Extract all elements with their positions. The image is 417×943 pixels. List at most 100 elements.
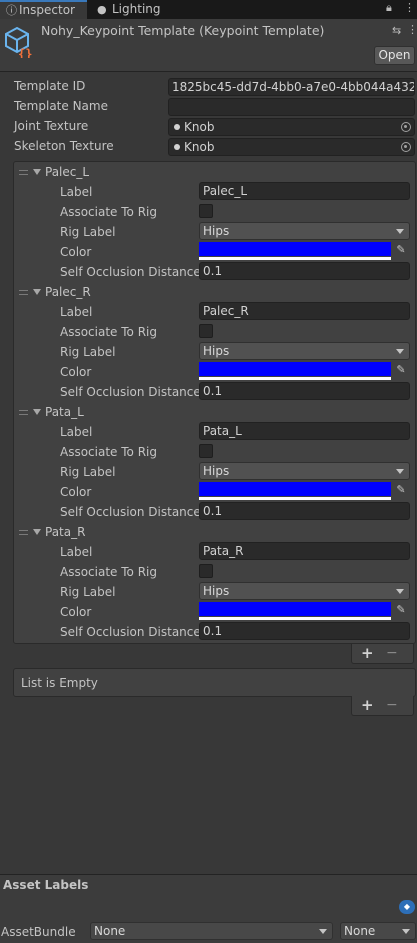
more-options-icon[interactable]: ⋮ (404, 1, 415, 14)
keypoint-label-field[interactable]: Palec_L (199, 182, 410, 200)
skeleton-texture-label: Skeleton Texture (14, 139, 114, 153)
foldout-arrow-icon[interactable] (33, 409, 41, 415)
template-id-field[interactable]: 1825bc45-dd7d-4bb0-a7e0-4bb044a432 (168, 78, 415, 96)
self-occlusion-label: Self Occlusion Distance (60, 385, 201, 399)
rig-label-value: Hips (203, 224, 230, 238)
skeleton-texture-value: Knob (184, 140, 215, 154)
eyedropper-icon[interactable]: ✎ (394, 243, 408, 257)
keypoint-header[interactable]: Palec_R (45, 285, 91, 299)
rig-label-dropdown[interactable]: Hips (199, 462, 410, 480)
tab-lighting[interactable]: ● Lighting (87, 0, 182, 19)
self-occlusion-field[interactable]: 0.1 (199, 382, 410, 400)
asset-labels-bar[interactable]: Asset Labels (0, 874, 417, 894)
empty-list: List is Empty (13, 668, 416, 697)
color-field[interactable]: ✎ (199, 482, 410, 500)
keypoint-label-label: Label (60, 185, 93, 199)
chevron-down-icon (396, 469, 404, 474)
header-more-icon[interactable]: ⋮ (407, 23, 417, 36)
associate-to-rig-label: Associate To Rig (60, 205, 157, 219)
joint-texture-field[interactable]: Knob (168, 118, 415, 136)
color-swatch[interactable] (199, 602, 391, 616)
keypoint-label-field[interactable]: Palec_R (199, 302, 410, 320)
rig-label-dropdown[interactable]: Hips (199, 582, 410, 600)
inspector-header: {} Nohy_Keypoint Template (Keypoint Temp… (0, 19, 417, 72)
eyedropper-icon[interactable]: ✎ (394, 603, 408, 617)
drag-handle-icon[interactable] (19, 410, 28, 415)
rig-label-label: Rig Label (60, 585, 116, 599)
color-field[interactable]: ✎ (199, 362, 410, 380)
foldout-arrow-icon[interactable] (33, 529, 41, 535)
alpha-bar (199, 617, 391, 620)
template-name-label: Template Name (14, 99, 108, 113)
add-element-button[interactable]: + (361, 644, 374, 663)
eyedropper-icon[interactable]: ✎ (394, 483, 408, 497)
remove-element-button[interactable]: − (386, 644, 398, 663)
associate-to-rig-checkbox[interactable] (199, 444, 213, 458)
tag-icon[interactable]: ◆ (399, 900, 415, 914)
info-icon: ⓘ (6, 4, 17, 17)
template-id-label: Template ID (14, 79, 86, 93)
associate-to-rig-checkbox[interactable] (199, 324, 213, 338)
settings-sliders-icon[interactable]: ⇆ (392, 24, 401, 37)
texture-icon (174, 144, 180, 150)
svg-text:{}: {} (18, 47, 32, 58)
associate-to-rig-checkbox[interactable] (199, 564, 213, 578)
rig-label-label: Rig Label (60, 225, 116, 239)
associate-to-rig-label: Associate To Rig (60, 445, 157, 459)
alpha-bar (199, 257, 391, 260)
skeleton-texture-field[interactable]: Knob (168, 138, 415, 156)
chevron-down-icon (396, 229, 404, 234)
rig-label-label: Rig Label (60, 345, 116, 359)
color-swatch[interactable] (199, 362, 391, 376)
self-occlusion-field[interactable]: 0.1 (199, 622, 410, 640)
keypoint-header[interactable]: Pata_L (45, 405, 84, 419)
keypoint-header[interactable]: Pata_R (45, 525, 85, 539)
self-occlusion-field[interactable]: 0.1 (199, 502, 410, 520)
open-button[interactable]: Open (374, 46, 415, 65)
rig-label-value: Hips (203, 464, 230, 478)
eyedropper-icon[interactable]: ✎ (394, 363, 408, 377)
lightbulb-icon: ● (97, 3, 107, 16)
color-field[interactable]: ✎ (199, 242, 410, 260)
object-picker-icon[interactable] (401, 142, 411, 152)
asset-bundle-variant-value: None (344, 924, 376, 938)
color-swatch[interactable] (199, 482, 391, 496)
template-name-field[interactable] (168, 98, 415, 116)
associate-to-rig-checkbox[interactable] (199, 204, 213, 218)
self-occlusion-field[interactable]: 0.1 (199, 262, 410, 280)
rig-label-label: Rig Label (60, 465, 116, 479)
keypoint-header[interactable]: Palec_L (45, 165, 89, 179)
lock-icon[interactable]: 🔒︎ (386, 1, 392, 15)
alpha-bar (199, 377, 391, 380)
rig-label-value: Hips (203, 584, 230, 598)
color-label: Color (60, 485, 92, 499)
chevron-down-icon (396, 349, 404, 354)
chevron-down-icon (319, 929, 327, 934)
keypoint-label-label: Label (60, 425, 93, 439)
object-picker-icon[interactable] (401, 122, 411, 132)
asset-bundle-variant-dropdown[interactable]: None (340, 922, 416, 940)
associate-to-rig-label: Associate To Rig (60, 565, 157, 579)
joint-texture-value: Knob (184, 120, 215, 134)
drag-handle-icon[interactable] (19, 290, 28, 295)
rig-label-dropdown[interactable]: Hips (199, 222, 410, 240)
drag-handle-icon[interactable] (19, 170, 28, 175)
color-swatch[interactable] (199, 242, 391, 256)
add-element-button[interactable]: + (361, 696, 374, 715)
asset-bundle-dropdown[interactable]: None (90, 922, 333, 940)
color-label: Color (60, 605, 92, 619)
foldout-arrow-icon[interactable] (33, 289, 41, 295)
rig-label-dropdown[interactable]: Hips (199, 342, 410, 360)
foldout-arrow-icon[interactable] (33, 169, 41, 175)
keypoint-label-field[interactable]: Pata_L (199, 422, 410, 440)
tab-bar: ⓘ Inspector ● Lighting 🔒︎ ⋮ (0, 0, 417, 19)
empty-list-text: List is Empty (21, 676, 98, 690)
self-occlusion-label: Self Occlusion Distance (60, 505, 201, 519)
drag-handle-icon[interactable] (19, 530, 28, 535)
keypoint-label-field[interactable]: Pata_R (199, 542, 410, 560)
color-field[interactable]: ✎ (199, 602, 410, 620)
remove-element-button[interactable]: − (386, 696, 398, 715)
tab-inspector[interactable]: ⓘ Inspector (0, 0, 87, 19)
empty-list-footer-controls: + − (351, 696, 414, 716)
asset-bundle-label: AssetBundle (1, 925, 76, 939)
